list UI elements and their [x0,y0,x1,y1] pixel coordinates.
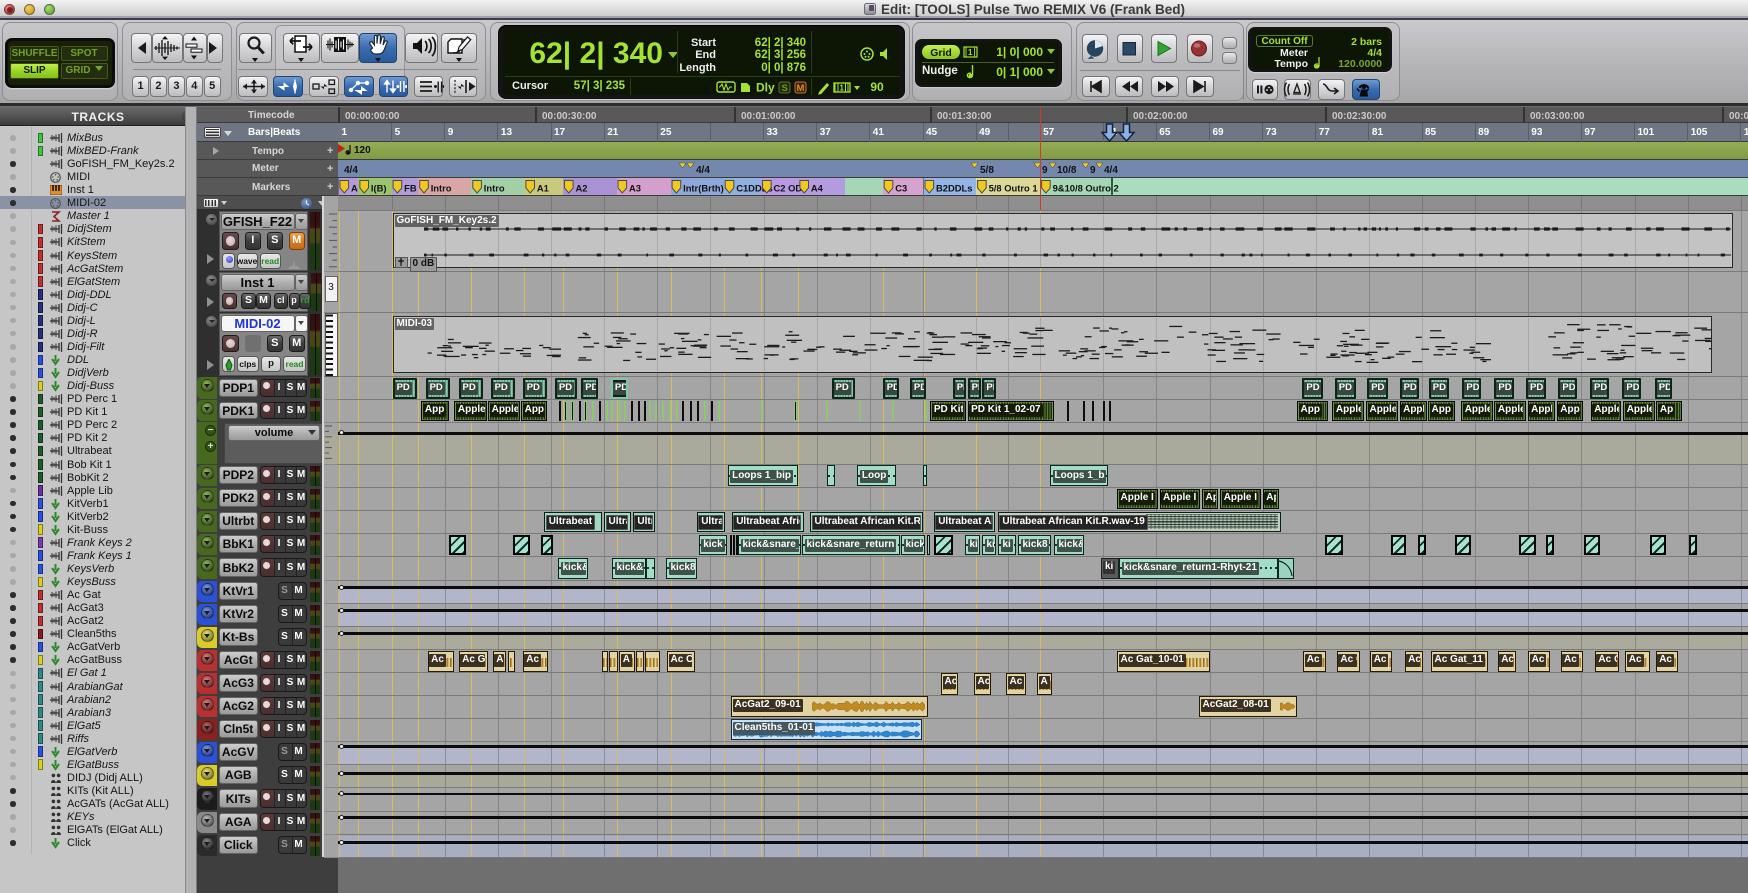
svg-text:4/4: 4/4 [344,165,358,176]
svg-text:A2: A2 [576,182,588,193]
svg-text:A1: A1 [537,182,549,193]
svg-text:Intro: Intro [484,182,505,193]
svg-text:9: 9 [1042,165,1048,176]
svg-text:9: 9 [1090,165,1096,176]
svg-text:120: 120 [354,145,371,156]
svg-text:Intr(Brth): Intr(Brth) [683,182,724,193]
svg-text:Intro: Intro [431,182,452,193]
svg-text:1: 1 [968,48,973,57]
svg-text:5/8 Outro 1: 5/8 Outro 1 [989,182,1038,193]
svg-text:FB: FB [404,182,417,193]
svg-text:A3: A3 [629,182,641,193]
svg-text:A: A [351,182,358,193]
svg-text:4/4: 4/4 [696,165,710,176]
svg-text:10/8: 10/8 [1057,165,1077,176]
svg-text:B2DDLs: B2DDLs [936,182,972,193]
svg-text:9&10/8 Outro 2: 9&10/8 Outro 2 [1053,182,1119,193]
svg-text:I(B): I(B) [371,182,387,193]
svg-text:5/8: 5/8 [980,165,994,176]
svg-text:4/4: 4/4 [1104,165,1118,176]
